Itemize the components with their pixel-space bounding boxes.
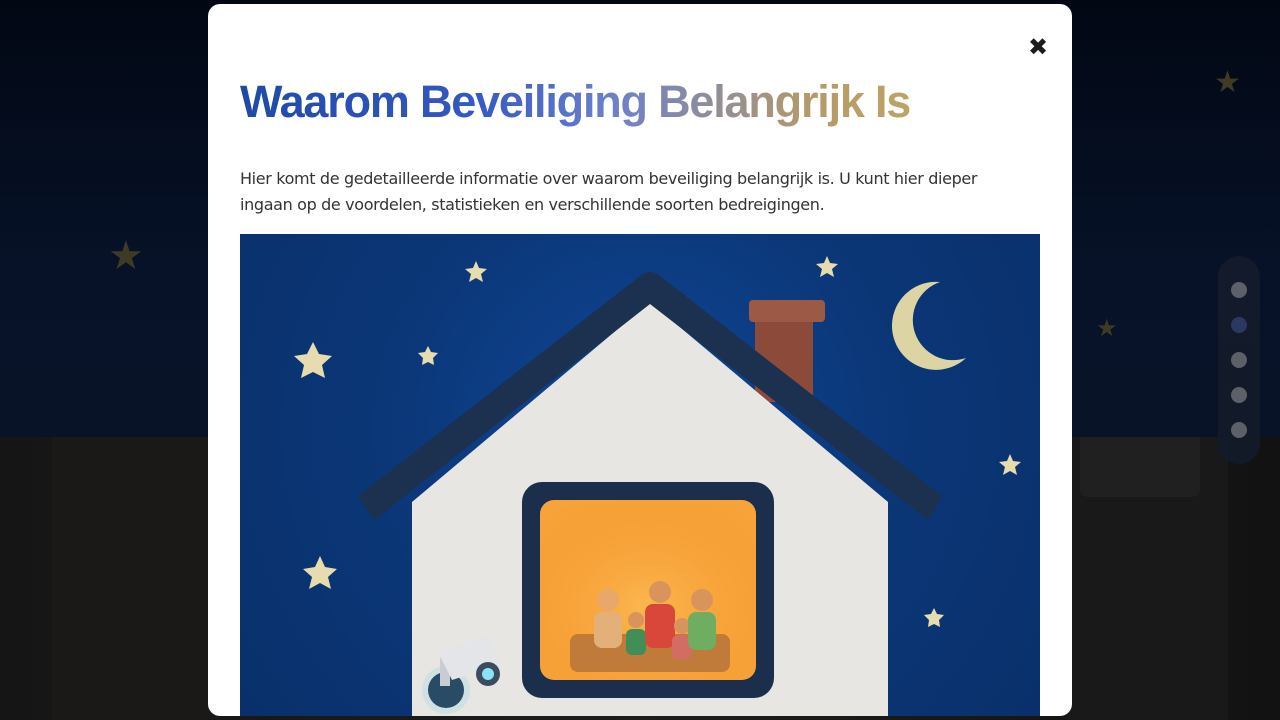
star-icon: [816, 256, 838, 277]
star-icon: [924, 608, 944, 627]
modal-title: Waarom Beveiliging Belangrijk Is: [240, 74, 911, 130]
star-icon: [294, 342, 332, 378]
house-security-illustration: [240, 234, 1040, 716]
close-button[interactable]: ✖: [1018, 32, 1058, 62]
moon-icon: [891, 281, 966, 370]
family-figures: [594, 581, 716, 659]
close-icon[interactable]: ✖: [1028, 33, 1048, 61]
modal-description: Hier komt de gedetailleerde informatie o…: [240, 169, 978, 214]
star-icon: [999, 454, 1021, 475]
info-modal: ✖ Waarom Beveiliging Belangrijk Is Hier …: [208, 4, 1072, 716]
star-icon: [465, 261, 487, 282]
star-icon: [418, 346, 438, 365]
star-icon: [303, 556, 337, 589]
